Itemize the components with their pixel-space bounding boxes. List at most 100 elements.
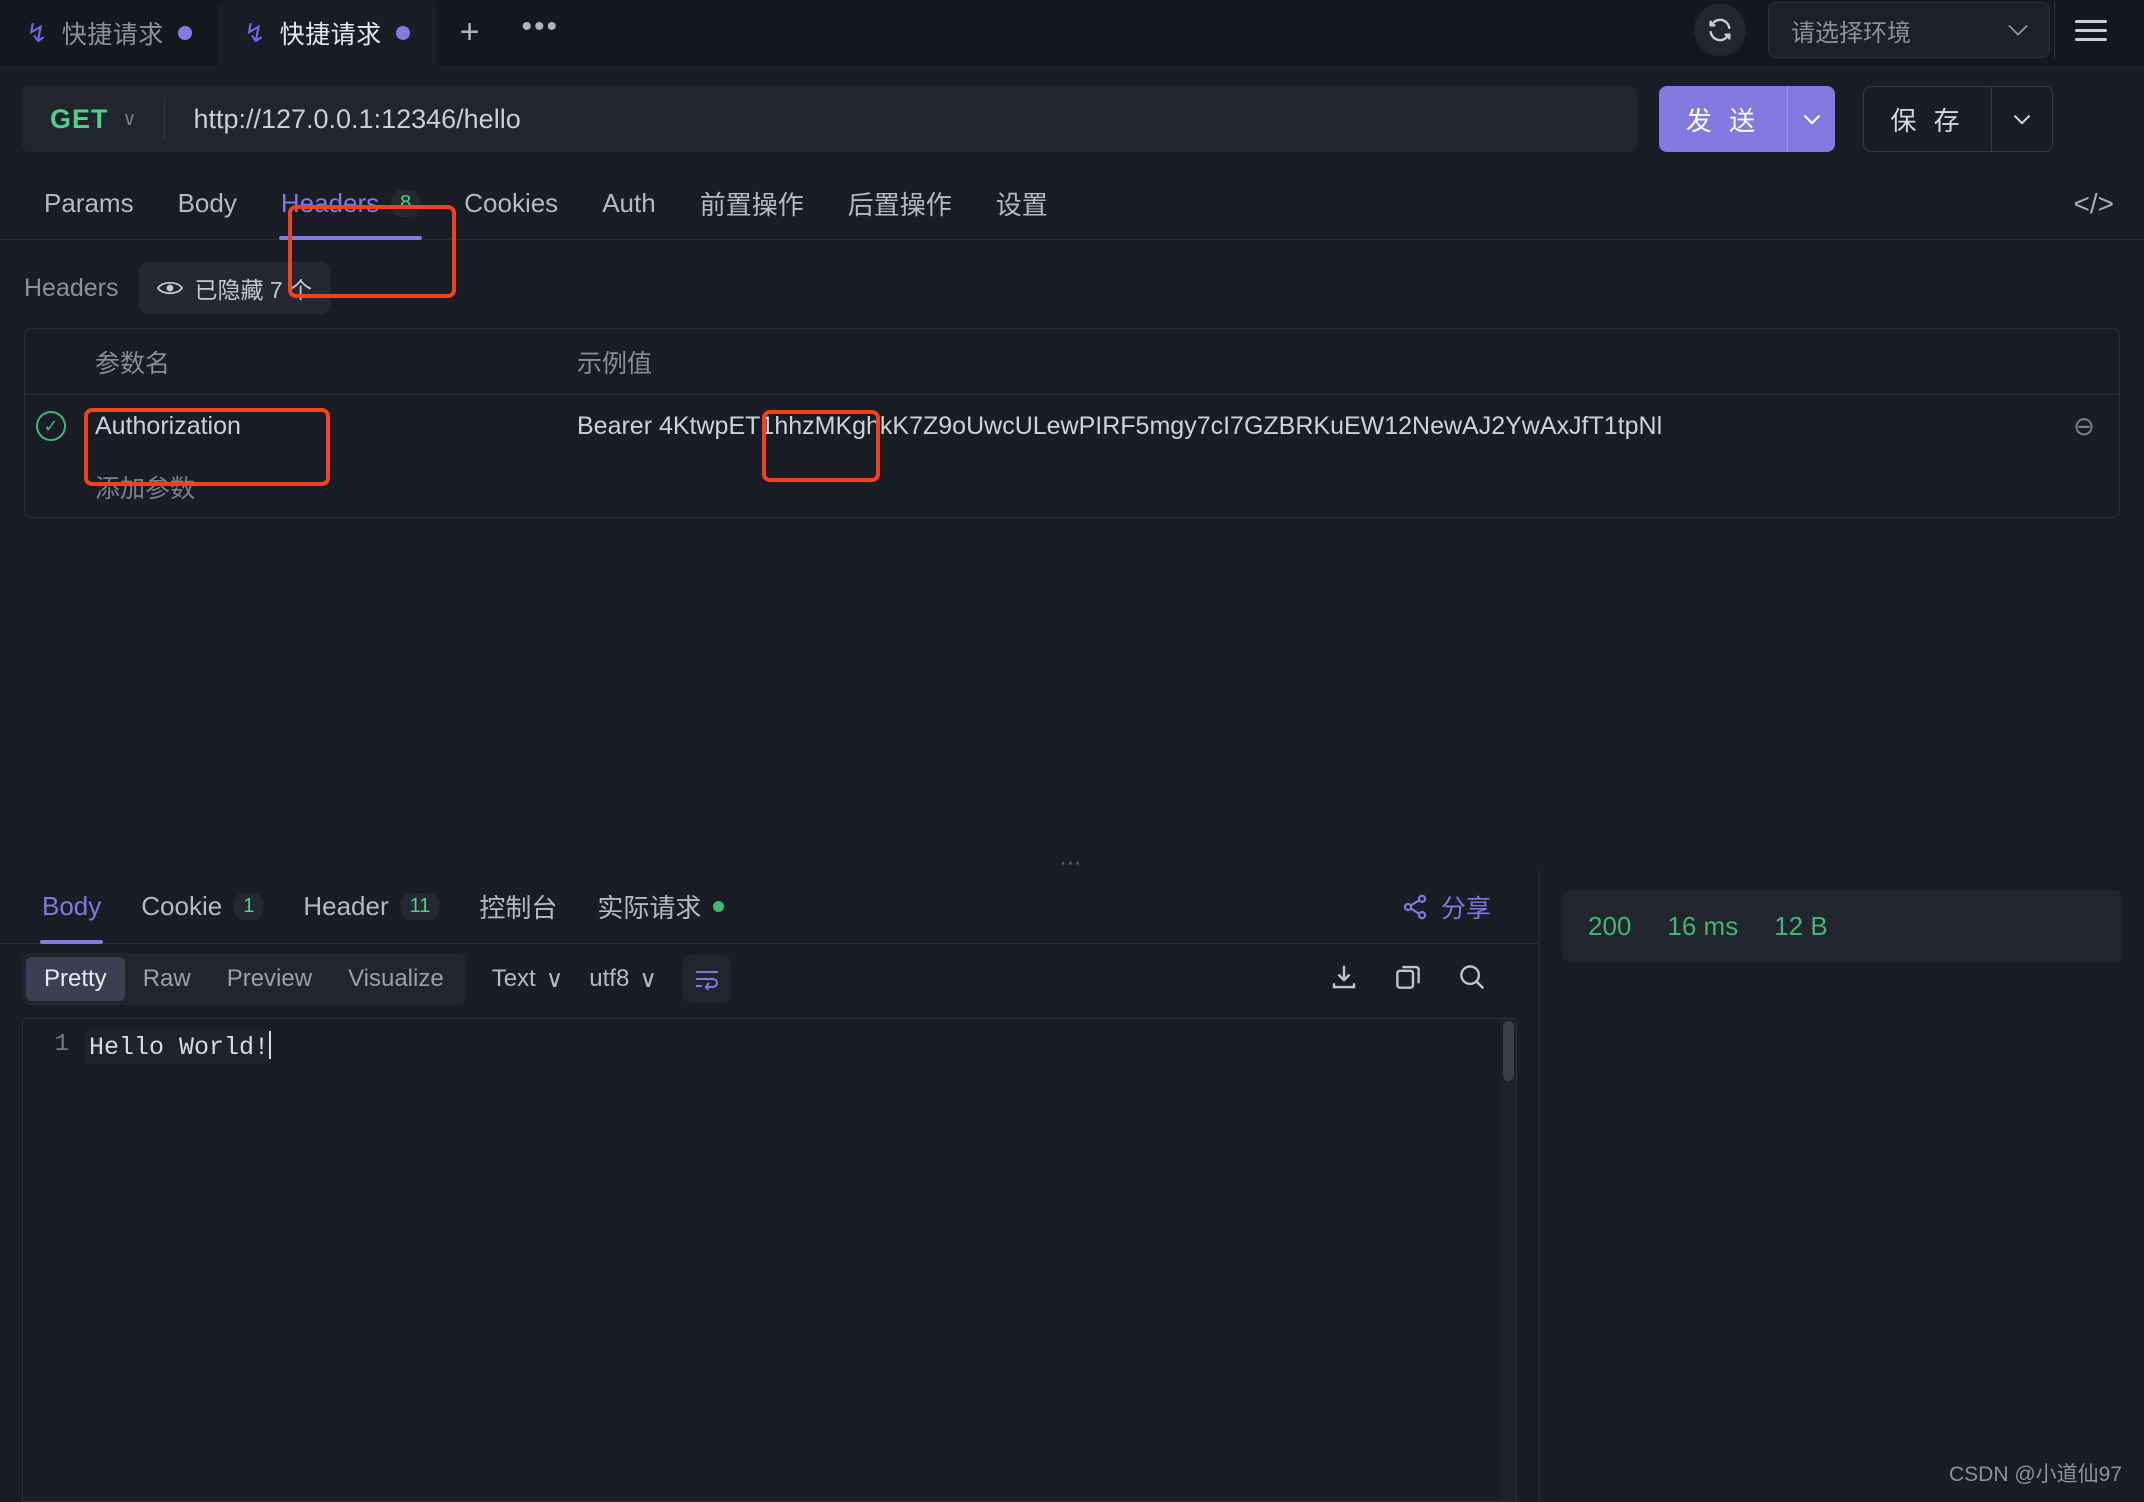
response-format-toolbar: Pretty Raw Preview Visualize Text ∨ utf8… — [0, 944, 1539, 1014]
watermark: CSDN @小道仙97 — [1949, 1458, 2122, 1488]
url-input-group: GET ∨ — [22, 86, 1637, 152]
remove-circle-icon[interactable]: ⊖ — [2049, 411, 2119, 442]
status-time: 16 ms — [1667, 911, 1738, 942]
tab-label: Params — [44, 188, 134, 219]
request-section-tabs: Params Body Headers 8 Cookies Auth 前置操作 … — [0, 168, 2144, 240]
refresh-button[interactable] — [1694, 4, 1746, 56]
content-type-select[interactable]: Text ∨ — [492, 965, 564, 994]
format-visualize-button[interactable]: Visualize — [330, 957, 462, 1001]
url-input[interactable] — [165, 104, 1637, 135]
tab-label: Headers — [281, 188, 379, 219]
encoding-value: utf8 — [589, 965, 629, 993]
vertical-scrollbar[interactable] — [1500, 1019, 1516, 1501]
tab-label: 实际请求 — [597, 888, 701, 925]
response-tab-body[interactable]: Body — [22, 870, 121, 944]
encoding-select[interactable]: utf8 ∨ — [589, 965, 657, 994]
new-tab-button[interactable]: + — [436, 13, 504, 52]
tab-title: 快捷请求 — [62, 15, 164, 51]
bolt-icon: ↯ — [244, 20, 266, 46]
word-wrap-toggle[interactable] — [683, 955, 731, 1003]
tab-label: Body — [178, 188, 237, 219]
tab-post-operation[interactable]: 后置操作 — [826, 168, 974, 240]
chevron-down-icon — [2012, 113, 2032, 125]
row-enabled-checkbox[interactable]: ✓ — [25, 411, 77, 441]
tab-params[interactable]: Params — [22, 168, 156, 240]
unsaved-dot — [178, 26, 192, 40]
share-button[interactable]: 分享 — [1401, 889, 1517, 925]
line-number: 1 — [55, 1031, 69, 1058]
code-area[interactable]: Hello World! — [85, 1019, 1516, 1501]
format-raw-button[interactable]: Raw — [125, 957, 209, 1001]
request-tab-1[interactable]: ↯ 快捷请求 — [0, 0, 218, 66]
format-pretty-button[interactable]: Pretty — [26, 957, 125, 1001]
status-badge: 200 16 ms 12 B — [1562, 890, 2122, 962]
hamburger-menu-icon — [2075, 14, 2107, 47]
code-snippet-button[interactable]: </> — [2074, 188, 2122, 220]
tab-settings[interactable]: 设置 — [974, 168, 1070, 240]
response-body-editor[interactable]: 1 Hello World! — [22, 1018, 1517, 1502]
tab-count-badge: 1 — [234, 893, 263, 920]
headers-section-label: Headers — [24, 274, 119, 303]
response-tab-cookie[interactable]: Cookie 1 — [121, 870, 283, 944]
save-button[interactable]: 保 存 — [1863, 86, 1991, 152]
tab-count-badge: 8 — [391, 190, 420, 217]
tab-count-badge: 11 — [401, 893, 440, 920]
response-tabs: Body Cookie 1 Header 11 控制台 实际请求 — [0, 870, 1539, 944]
hidden-headers-label: 已隐藏 7 个 — [195, 271, 313, 305]
headers-table-head: 参数名 示例值 — [25, 329, 2119, 395]
copy-button[interactable] — [1393, 962, 1423, 997]
tab-body[interactable]: Body — [156, 168, 259, 240]
main-menu-button[interactable] — [2054, 2, 2126, 58]
http-method-select[interactable]: GET ∨ — [22, 104, 164, 135]
response-meta-panel: 200 16 ms 12 B CSDN @小道仙97 — [1540, 870, 2144, 1502]
tab-pre-operation[interactable]: 前置操作 — [678, 168, 826, 240]
copy-icon — [1393, 962, 1423, 992]
url-bar: GET ∨ 发 送 保 存 — [0, 66, 2144, 168]
request-tab-2[interactable]: ↯ 快捷请求 — [218, 0, 436, 66]
search-icon — [1457, 962, 1487, 992]
tab-title: 快捷请求 — [280, 15, 382, 51]
eye-icon — [157, 279, 183, 297]
chevron-down-icon: ∨ — [546, 965, 564, 994]
unsaved-dot — [396, 26, 410, 40]
response-panel: Body Cookie 1 Header 11 控制台 实际请求 — [0, 870, 2144, 1502]
header-value-input[interactable]: Bearer 4KtwpET1hhzMKghkK7Z9oUwcULewPIRF5… — [577, 412, 2049, 441]
response-tab-header[interactable]: Header 11 — [283, 870, 459, 944]
format-preview-button[interactable]: Preview — [209, 957, 330, 1001]
response-tab-console[interactable]: 控制台 — [459, 870, 577, 944]
download-button[interactable] — [1329, 962, 1359, 997]
search-button[interactable] — [1457, 962, 1487, 997]
table-row[interactable]: ✓ Authorization Bearer 4KtwpET1hhzMKghkK… — [25, 395, 2119, 457]
chevron-down-icon — [1802, 113, 1822, 125]
tab-cookies[interactable]: Cookies — [442, 168, 580, 240]
refresh-icon — [1706, 16, 1734, 44]
hidden-headers-toggle[interactable]: 已隐藏 7 个 — [139, 262, 331, 314]
tab-label: Cookies — [464, 188, 558, 219]
tab-headers[interactable]: Headers 8 — [259, 168, 442, 240]
tab-auth[interactable]: Auth — [580, 168, 678, 240]
send-button-group: 发 送 — [1659, 86, 1835, 152]
chevron-down-icon: ∨ — [639, 965, 657, 994]
tab-label: 后置操作 — [848, 185, 952, 222]
send-options-button[interactable] — [1787, 86, 1835, 152]
tab-label: Header — [303, 891, 388, 922]
scrollbar-thumb[interactable] — [1503, 1021, 1514, 1081]
download-icon — [1329, 962, 1359, 992]
response-action-icons — [1329, 962, 1517, 997]
header-name-input[interactable]: Authorization — [77, 412, 577, 441]
add-param-row[interactable]: 添加参数 — [25, 457, 2119, 517]
check-circle-icon: ✓ — [36, 411, 66, 441]
column-header-name: 参数名 — [77, 344, 577, 380]
tab-label: Body — [42, 891, 101, 922]
headers-table: 参数名 示例值 ✓ Authorization Bearer 4KtwpET1h… — [24, 328, 2120, 518]
environment-placeholder: 请选择环境 — [1791, 13, 1911, 48]
tab-label: 控制台 — [479, 888, 557, 925]
environment-select[interactable]: 请选择环境 — [1768, 2, 2050, 58]
tab-overflow-menu-button[interactable]: ••• — [503, 10, 577, 44]
content-type-value: Text — [492, 965, 536, 993]
panel-splitter[interactable]: ⋯ — [0, 856, 2144, 870]
format-mode-group: Pretty Raw Preview Visualize — [22, 953, 466, 1005]
save-options-button[interactable] — [1991, 86, 2053, 152]
response-tab-actual-request[interactable]: 实际请求 — [577, 870, 744, 944]
send-button[interactable]: 发 送 — [1659, 86, 1787, 152]
